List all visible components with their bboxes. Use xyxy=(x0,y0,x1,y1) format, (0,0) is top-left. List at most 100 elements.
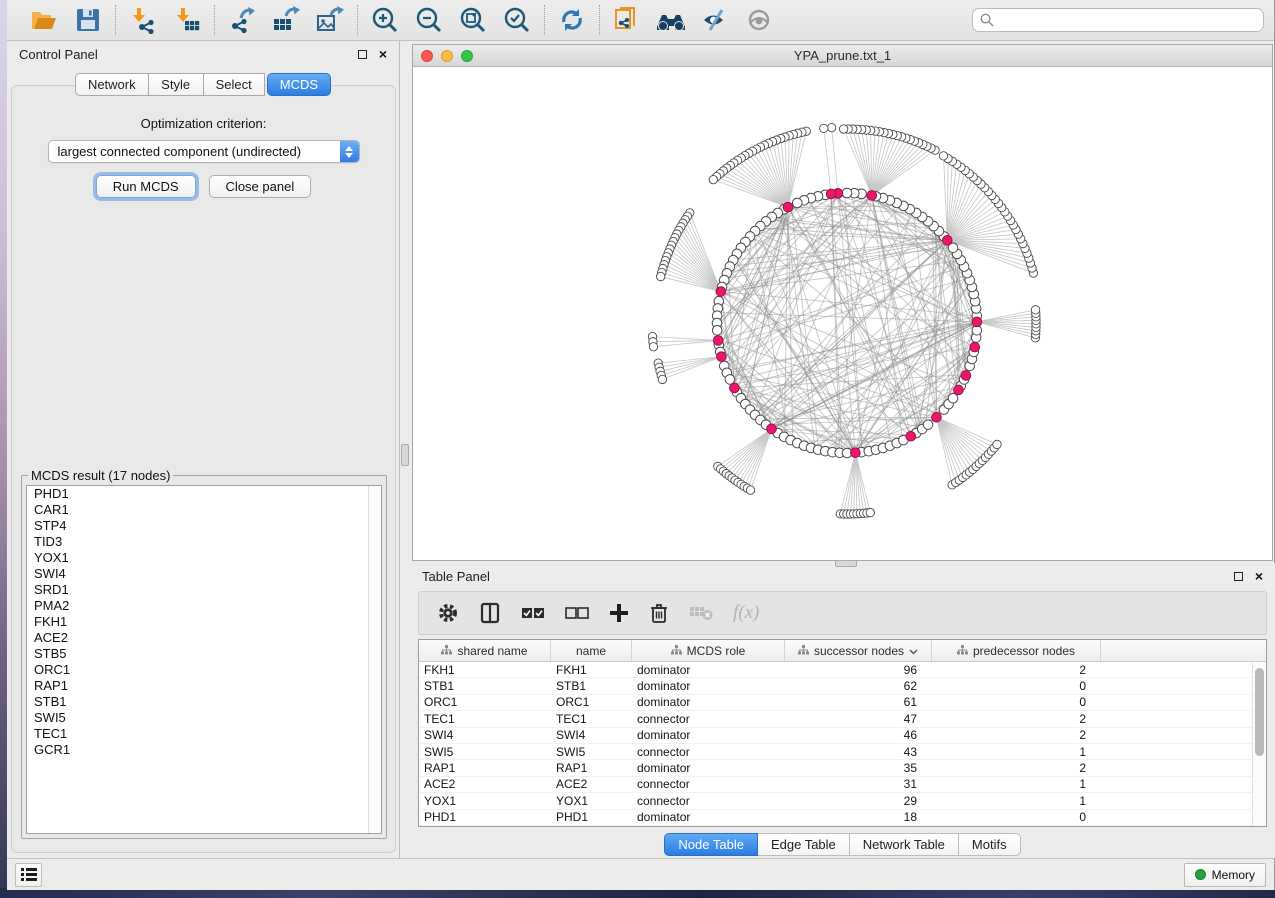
cell-shared-name[interactable]: FKH1 xyxy=(419,663,551,677)
float-panel-icon[interactable] xyxy=(358,50,367,59)
cell-MCDS-role[interactable]: connector xyxy=(632,777,785,791)
cell-shared-name[interactable]: YOX1 xyxy=(419,794,551,808)
network-canvas[interactable] xyxy=(413,67,1272,560)
mcds-result-node[interactable]: STB5 xyxy=(27,646,381,662)
tab-node-table[interactable]: Node Table xyxy=(664,833,758,856)
delete-column-trash-icon[interactable] xyxy=(649,602,669,624)
cell-predecessor-nodes[interactable]: 0 xyxy=(932,810,1101,824)
unselect-all-columns-icon[interactable] xyxy=(565,606,589,620)
mcds-result-node[interactable]: STP4 xyxy=(27,518,381,534)
cell-successor-nodes[interactable]: 61 xyxy=(785,695,932,709)
mcds-result-node[interactable]: TEC1 xyxy=(27,726,381,742)
cell-MCDS-role[interactable]: connector xyxy=(632,794,785,808)
zoom-in-icon[interactable] xyxy=(370,6,400,34)
table-row[interactable]: STB1STB1dominator620 xyxy=(419,678,1252,694)
splitter-handle[interactable] xyxy=(401,444,409,466)
cell-name[interactable]: YOX1 xyxy=(551,794,632,808)
mcds-result-node[interactable]: TID3 xyxy=(27,534,381,550)
close-panel-button[interactable]: Close panel xyxy=(209,175,312,198)
create-column-plus-icon[interactable] xyxy=(609,603,629,623)
column-header-successor-nodes[interactable]: successor nodes xyxy=(785,640,932,661)
tab-mcds[interactable]: MCDS xyxy=(267,73,331,96)
cell-predecessor-nodes[interactable]: 0 xyxy=(932,679,1101,693)
search-input[interactable] xyxy=(999,12,1256,28)
float-table-panel-icon[interactable] xyxy=(1234,572,1243,581)
cell-name[interactable]: SWI5 xyxy=(551,745,632,759)
cell-MCDS-role[interactable]: dominator xyxy=(632,663,785,677)
open-session-icon[interactable] xyxy=(29,6,59,34)
criterion-dropdown[interactable]: largest connected component (undirected) xyxy=(48,140,360,163)
hide-selected-icon[interactable] xyxy=(700,6,730,34)
cell-shared-name[interactable]: TEC1 xyxy=(419,712,551,726)
show-columns-icon[interactable] xyxy=(479,602,501,624)
zoom-selected-icon[interactable] xyxy=(502,6,532,34)
network-window-titlebar[interactable]: YPA_prune.txt_1 xyxy=(413,45,1272,67)
show-all-icon[interactable] xyxy=(744,6,774,34)
import-network-icon[interactable] xyxy=(128,6,158,34)
cell-predecessor-nodes[interactable]: 1 xyxy=(932,794,1101,808)
select-first-neighbors-icon[interactable] xyxy=(656,6,686,34)
cell-predecessor-nodes[interactable]: 0 xyxy=(932,695,1101,709)
cell-shared-name[interactable]: SWI4 xyxy=(419,728,551,742)
table-row[interactable]: ACE2ACE2connector311 xyxy=(419,777,1252,793)
cell-shared-name[interactable]: STB1 xyxy=(419,679,551,693)
close-table-panel-icon[interactable]: × xyxy=(1255,569,1263,583)
column-header-shared-name[interactable]: shared name xyxy=(419,640,551,661)
refresh-icon[interactable] xyxy=(557,6,587,34)
export-image-icon[interactable] xyxy=(315,6,345,34)
mcds-result-node[interactable]: RAP1 xyxy=(27,678,381,694)
cell-MCDS-role[interactable]: dominator xyxy=(632,679,785,693)
mcds-result-node[interactable]: GCR1 xyxy=(27,742,381,758)
vertical-splitter[interactable] xyxy=(400,41,410,858)
cell-predecessor-nodes[interactable]: 2 xyxy=(932,663,1101,677)
save-session-icon[interactable] xyxy=(73,6,103,34)
cell-shared-name[interactable]: SWI5 xyxy=(419,745,551,759)
table-row[interactable]: YOX1YOX1connector291 xyxy=(419,793,1252,809)
mcds-result-node[interactable]: CAR1 xyxy=(27,502,381,518)
network-search-box[interactable] xyxy=(972,8,1264,32)
tab-style[interactable]: Style xyxy=(149,73,204,96)
cell-shared-name[interactable]: ACE2 xyxy=(419,777,551,791)
cell-MCDS-role[interactable]: connector xyxy=(632,745,785,759)
column-header-name[interactable]: name xyxy=(551,640,632,661)
cell-name[interactable]: ORC1 xyxy=(551,695,632,709)
cell-name[interactable]: RAP1 xyxy=(551,761,632,775)
tab-network-table[interactable]: Network Table xyxy=(850,833,959,856)
cell-successor-nodes[interactable]: 47 xyxy=(785,712,932,726)
mcds-result-node[interactable]: FKH1 xyxy=(27,614,381,630)
new-network-from-selection-icon[interactable] xyxy=(612,6,642,34)
network-graph[interactable] xyxy=(413,67,1272,560)
mcds-result-node[interactable]: SWI4 xyxy=(27,566,381,582)
close-panel-icon[interactable]: × xyxy=(379,47,387,61)
cell-name[interactable]: SWI4 xyxy=(551,728,632,742)
mcds-result-node[interactable]: STB1 xyxy=(27,694,381,710)
cell-MCDS-role[interactable]: dominator xyxy=(632,695,785,709)
memory-button[interactable]: Memory xyxy=(1184,863,1266,887)
cell-name[interactable]: PHD1 xyxy=(551,810,632,824)
cell-predecessor-nodes[interactable]: 2 xyxy=(932,728,1101,742)
mcds-result-node[interactable]: ORC1 xyxy=(27,662,381,678)
mcds-result-node[interactable]: YOX1 xyxy=(27,550,381,566)
cell-successor-nodes[interactable]: 46 xyxy=(785,728,932,742)
cell-name[interactable]: FKH1 xyxy=(551,663,632,677)
cell-MCDS-role[interactable]: dominator xyxy=(632,728,785,742)
table-row[interactable]: PHD1PHD1dominator180 xyxy=(419,810,1252,826)
zoom-fit-icon[interactable] xyxy=(458,6,488,34)
import-table-icon[interactable] xyxy=(172,6,202,34)
mcds-result-list[interactable]: PHD1CAR1STP4TID3YOX1SWI4SRD1PMA2FKH1ACE2… xyxy=(26,485,382,834)
cell-successor-nodes[interactable]: 18 xyxy=(785,810,932,824)
table-row[interactable]: SWI4SWI4dominator462 xyxy=(419,728,1252,744)
table-settings-gear-icon[interactable] xyxy=(437,602,459,624)
cell-predecessor-nodes[interactable]: 2 xyxy=(932,761,1101,775)
tab-network[interactable]: Network xyxy=(75,73,149,96)
cell-predecessor-nodes[interactable]: 2 xyxy=(932,712,1101,726)
cell-successor-nodes[interactable]: 43 xyxy=(785,745,932,759)
mcds-result-node[interactable]: SRD1 xyxy=(27,582,381,598)
table-row[interactable]: ORC1ORC1dominator610 xyxy=(419,695,1252,711)
cell-shared-name[interactable]: ORC1 xyxy=(419,695,551,709)
mcds-result-node[interactable]: PMA2 xyxy=(27,598,381,614)
cell-successor-nodes[interactable]: 35 xyxy=(785,761,932,775)
tab-select[interactable]: Select xyxy=(204,73,265,96)
zoom-out-icon[interactable] xyxy=(414,6,444,34)
cell-MCDS-role[interactable]: connector xyxy=(632,712,785,726)
